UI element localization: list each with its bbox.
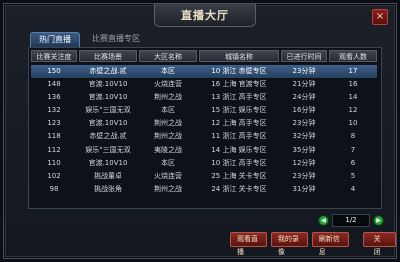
cell-city: 10 浙江 高手专区 xyxy=(211,158,267,167)
action-bar: 观看直播 我的录像 刷新信息 关闭 xyxy=(230,232,396,256)
tab-hot-live[interactable]: 热门直播 xyxy=(30,32,80,47)
cell-city: 15 浙江 娱乐专区 xyxy=(211,106,267,115)
cell-viewers: 17 xyxy=(348,67,358,75)
prev-page-icon[interactable]: ◀ xyxy=(318,215,329,226)
live-hall-window: 直播大厅 × 热门直播 比赛直播专区 比赛关注度 比赛场景 大区名称 城镇名称 … xyxy=(3,3,397,259)
cell-site: 娱乐"三国无双 xyxy=(85,106,131,115)
table-row[interactable]: 98 挑战张角 荆州之战 24 浙江 关卡专区 31分钟 4 xyxy=(31,183,377,196)
cell-fans: 112 xyxy=(47,145,61,154)
table-row[interactable]: 132 娱乐"三国无双 本区 15 浙江 娱乐专区 16分钟 12 xyxy=(31,104,377,117)
cell-zone: 火烧连营 xyxy=(154,171,182,180)
cell-zone: 荆州之战 xyxy=(154,119,182,128)
cell-city: 14 上海 娱乐专区 xyxy=(211,145,267,154)
cell-fans: 136 xyxy=(47,93,61,102)
tab-bar: 热门直播 比赛直播专区 xyxy=(30,32,148,47)
cell-site: 挑战董卓 xyxy=(94,171,122,180)
cell-viewers: 14 xyxy=(348,93,358,102)
header-site[interactable]: 比赛场景 xyxy=(79,50,137,62)
cell-city: 12 上海 高手专区 xyxy=(211,119,267,128)
cell-time: 21分钟 xyxy=(292,80,316,89)
cell-zone: 本区 xyxy=(161,106,175,115)
table-body: 150 赤壁之战.贰 本区 10 浙江 赤壁专区 23分钟 17 148 官渡.… xyxy=(31,65,377,196)
cell-fans: 148 xyxy=(47,80,61,89)
cell-site: 官渡.10V10 xyxy=(88,93,128,102)
header-viewers[interactable]: 观看人数 xyxy=(329,50,377,62)
cell-site: 挑战张角 xyxy=(94,184,122,193)
window-title: 直播大厅 xyxy=(154,4,256,27)
cell-viewers: 6 xyxy=(350,158,356,167)
cell-time: 23分钟 xyxy=(292,67,316,75)
header-time[interactable]: 已进行时间 xyxy=(281,50,327,62)
close-icon[interactable]: × xyxy=(372,9,388,25)
cell-zone: 荆州之战 xyxy=(154,184,182,193)
cell-viewers: 12 xyxy=(348,106,358,115)
cell-zone: 本区 xyxy=(161,67,175,75)
cell-site: 官渡.10V10 xyxy=(88,80,128,89)
page-indicator: 1/2 xyxy=(332,214,370,227)
cell-time: 16分钟 xyxy=(292,106,316,115)
refresh-info-button[interactable]: 刷新信息 xyxy=(311,232,349,256)
header-fans[interactable]: 比赛关注度 xyxy=(31,50,77,62)
cell-time: 24分钟 xyxy=(292,93,316,102)
cell-city: 24 浙江 关卡专区 xyxy=(211,184,267,193)
cell-zone: 荆州之战 xyxy=(154,93,182,102)
header-zone[interactable]: 大区名称 xyxy=(139,50,197,62)
cell-site: 赤壁之战.贰 xyxy=(89,132,127,141)
cell-viewers: 7 xyxy=(350,145,356,154)
cell-zone: 荆州之战 xyxy=(154,132,182,141)
cell-time: 31分钟 xyxy=(292,184,316,193)
pagination: ◀ 1/2 ▶ xyxy=(318,214,384,227)
cell-city: 10 浙江 赤壁专区 xyxy=(211,67,267,75)
close-button[interactable]: 关闭 xyxy=(362,232,396,256)
table-row[interactable]: 123 官渡.10V10 荆州之战 12 上海 高手专区 23分钟 10 xyxy=(31,117,377,130)
cell-time: 23分钟 xyxy=(292,171,316,180)
cell-viewers: 10 xyxy=(348,119,358,128)
cell-fans: 102 xyxy=(47,171,61,180)
cell-viewers: 8 xyxy=(350,132,356,141)
next-page-icon[interactable]: ▶ xyxy=(373,215,384,226)
table-row[interactable]: 102 挑战董卓 火烧连营 25 上海 关卡专区 23分钟 5 xyxy=(31,170,377,183)
table-row[interactable]: 110 官渡.10V10 本区 10 浙江 高手专区 12分钟 6 xyxy=(31,157,377,170)
cell-zone: 火烧连营 xyxy=(154,80,182,89)
cell-site: 官渡.10V10 xyxy=(88,158,128,167)
table-row[interactable]: 148 官渡.10V10 火烧连营 16 上海 官渡专区 21分钟 16 xyxy=(31,78,377,91)
table-row[interactable]: 136 官渡.10V10 荆州之战 13 浙江 高手专区 24分钟 14 xyxy=(31,91,377,104)
cell-viewers: 16 xyxy=(348,80,358,89)
cell-city: 16 上海 官渡专区 xyxy=(211,80,267,89)
cell-fans: 118 xyxy=(47,132,61,141)
cell-zone: 本区 xyxy=(161,158,175,167)
cell-viewers: 4 xyxy=(350,184,356,193)
header-city[interactable]: 城镇名称 xyxy=(199,50,279,62)
cell-site: 娱乐"三国无双 xyxy=(85,145,131,154)
cell-fans: 123 xyxy=(47,119,61,128)
cell-time: 12分钟 xyxy=(292,158,316,167)
my-recordings-button[interactable]: 我的录像 xyxy=(270,232,308,256)
tab-match-live-zone[interactable]: 比赛直播专区 xyxy=(84,32,148,46)
table-row[interactable]: 150 赤壁之战.贰 本区 10 浙江 赤壁专区 23分钟 17 xyxy=(31,65,377,79)
live-table: 比赛关注度 比赛场景 大区名称 城镇名称 已进行时间 观看人数 150 赤壁之战… xyxy=(28,47,382,209)
cell-city: 13 浙江 高手专区 xyxy=(211,93,267,102)
cell-zone: 夷陵之战 xyxy=(154,145,182,154)
cell-time: 32分钟 xyxy=(292,132,316,141)
table-row[interactable]: 118 赤壁之战.贰 荆州之战 11 浙江 高手专区 32分钟 8 xyxy=(31,130,377,143)
cell-viewers: 5 xyxy=(350,171,356,180)
table-header: 比赛关注度 比赛场景 大区名称 城镇名称 已进行时间 观看人数 xyxy=(31,50,377,62)
watch-live-button[interactable]: 观看直播 xyxy=(230,232,267,256)
cell-fans: 132 xyxy=(47,106,61,115)
cell-site: 官渡.10V10 xyxy=(88,119,128,128)
cell-time: 23分钟 xyxy=(292,119,316,128)
cell-site: 赤壁之战.贰 xyxy=(89,67,127,75)
cell-fans: 110 xyxy=(47,158,61,167)
cell-fans: 98 xyxy=(49,184,59,193)
cell-time: 35分钟 xyxy=(292,145,316,154)
cell-city: 11 浙江 高手专区 xyxy=(211,132,267,141)
cell-city: 25 上海 关卡专区 xyxy=(211,171,267,180)
table-row[interactable]: 112 娱乐"三国无双 夷陵之战 14 上海 娱乐专区 35分钟 7 xyxy=(31,144,377,157)
cell-fans: 150 xyxy=(47,67,61,75)
